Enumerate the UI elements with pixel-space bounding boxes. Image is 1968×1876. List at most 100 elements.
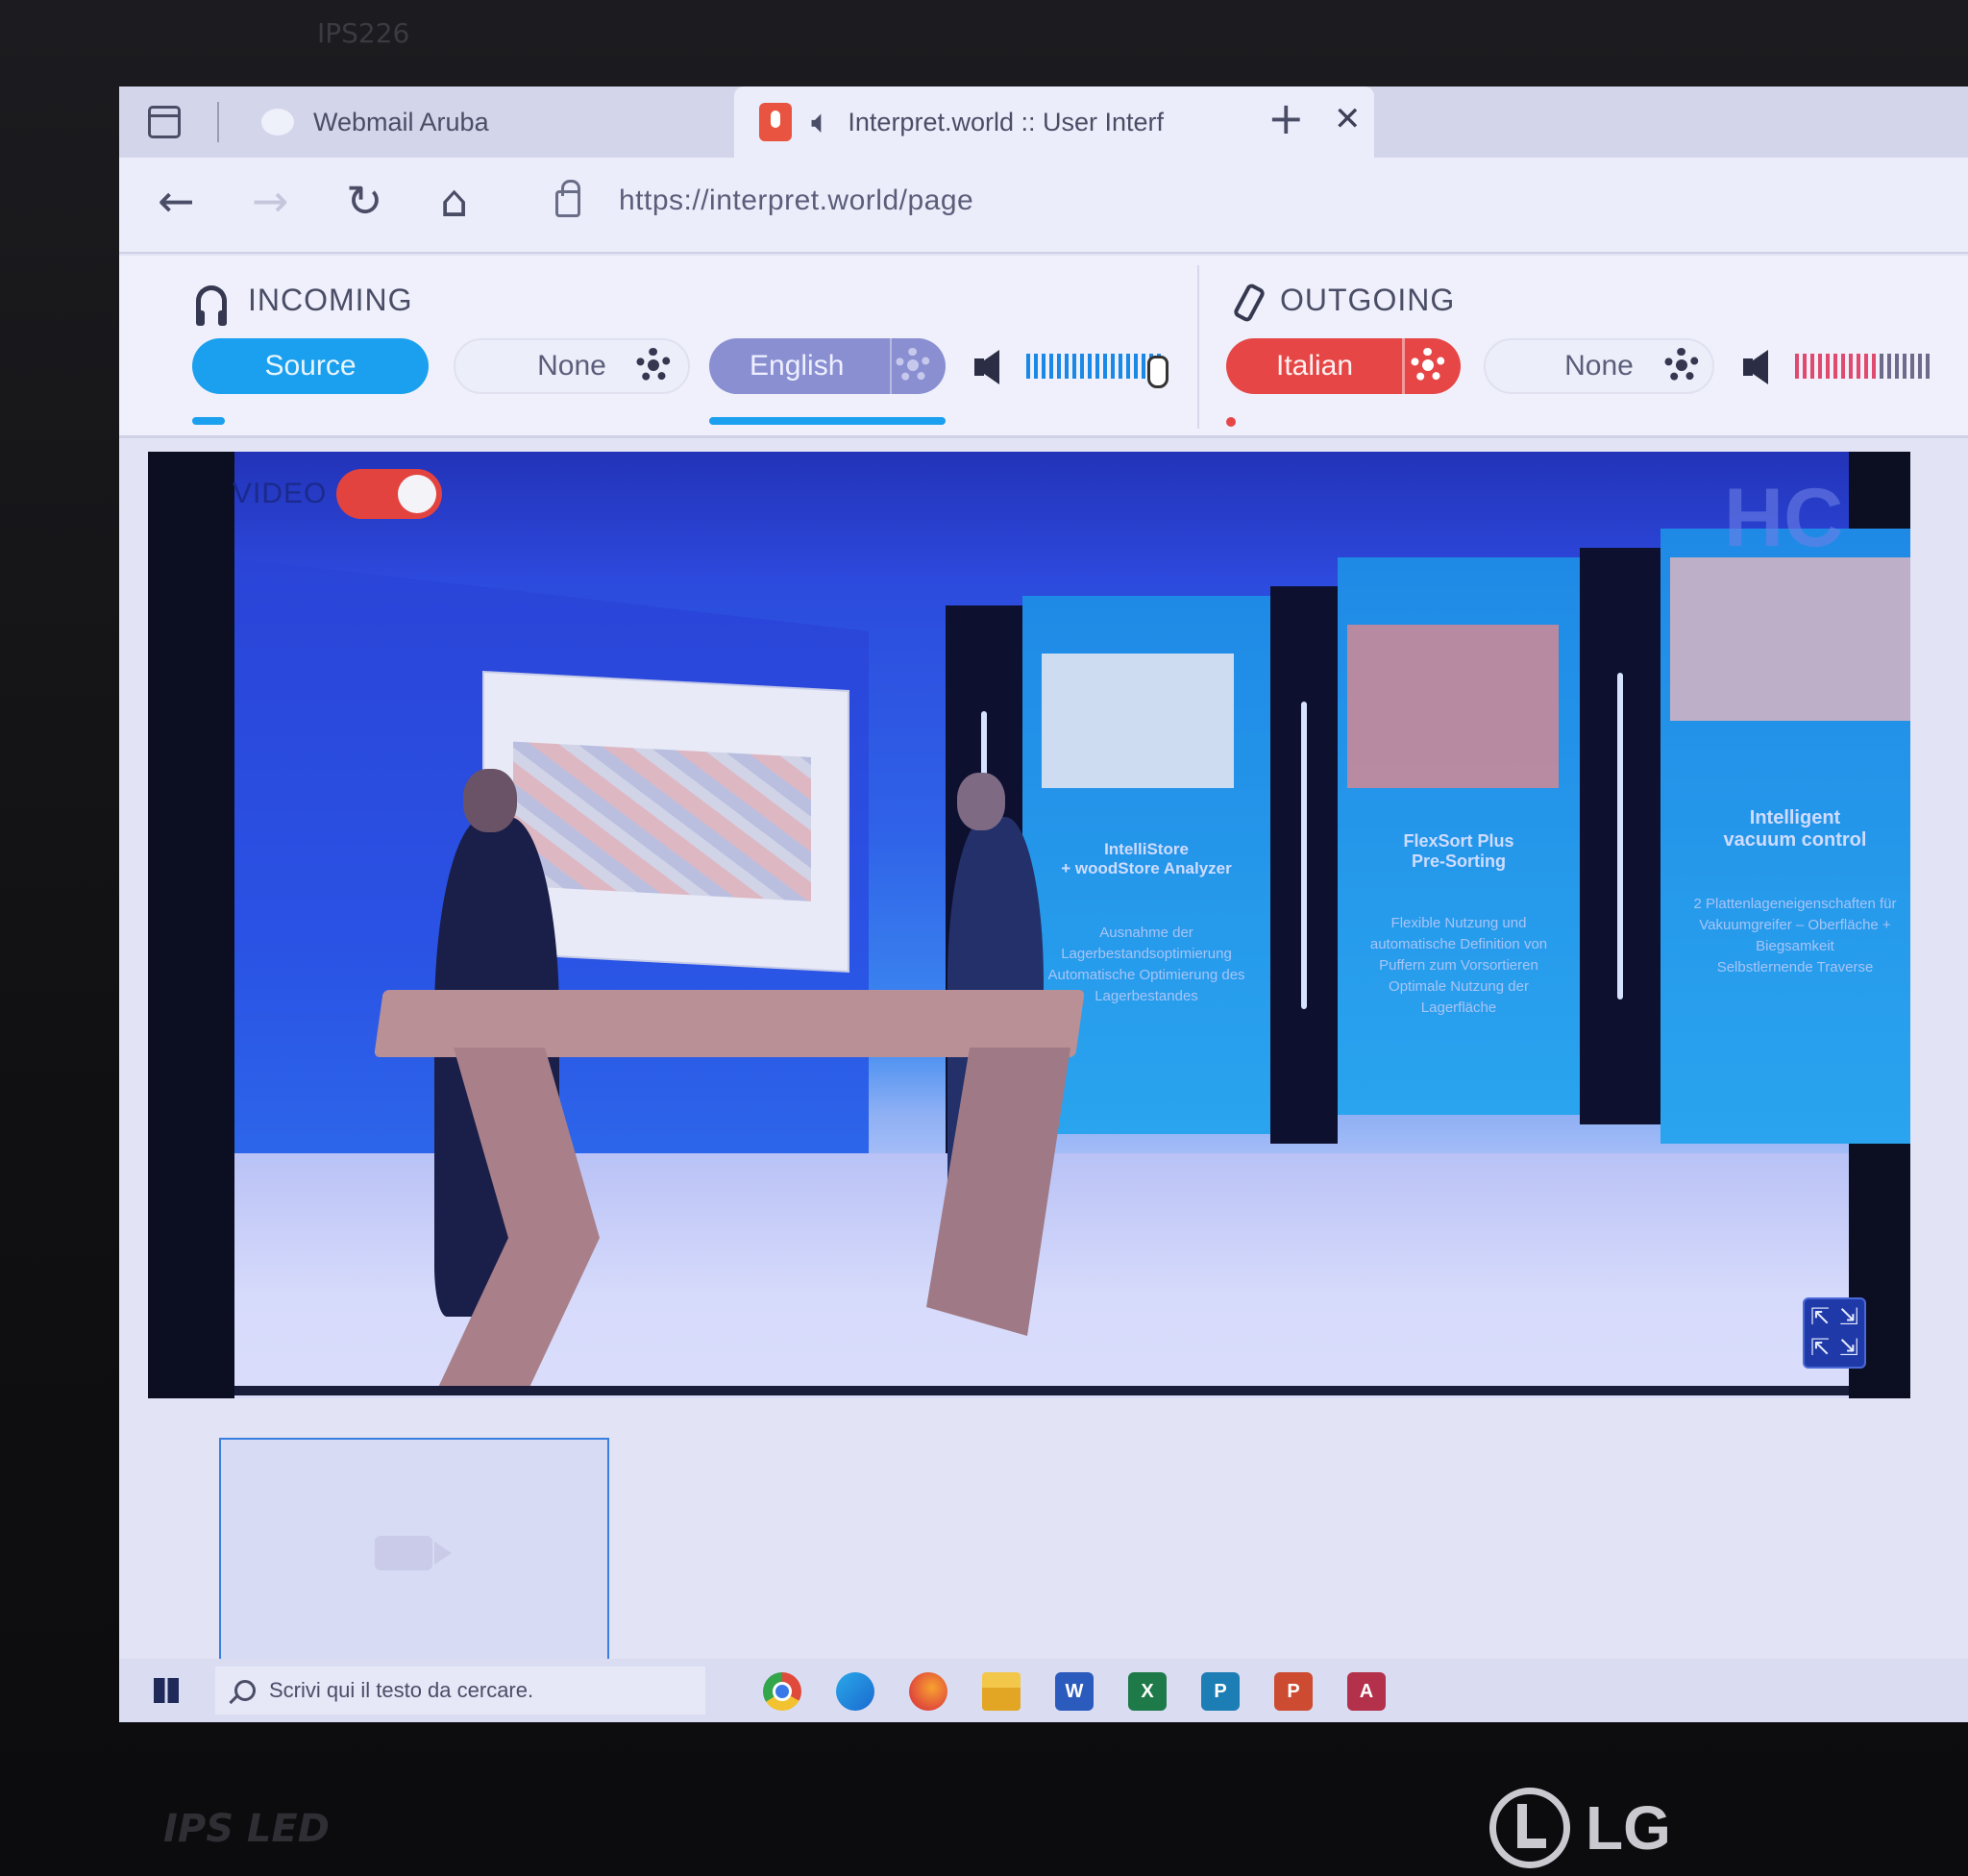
outgoing-volume-slider[interactable] (1795, 354, 1930, 379)
volume-bar (1795, 354, 1799, 379)
volume-bar (1926, 354, 1930, 379)
volume-bar (1803, 354, 1807, 379)
volume-bar (1111, 354, 1115, 379)
presenter-left-head (463, 769, 517, 832)
volume-bar (1918, 354, 1922, 379)
italian-label: Italian (1276, 350, 1354, 382)
volume-bar (1872, 354, 1876, 379)
incoming-title: INCOMING (248, 283, 413, 317)
tab-actions-icon[interactable] (148, 106, 181, 138)
desk (374, 990, 1085, 1057)
interpret-control-panel: INCOMING OUTGOING Source None English It… (119, 256, 1968, 438)
outgoing-title: OUTGOING (1280, 283, 1456, 317)
tab-title: Interpret.world :: User Interf (848, 107, 1165, 136)
toggle-knob (398, 475, 437, 513)
volume-bar (1142, 354, 1145, 379)
edge-icon[interactable] (836, 1672, 874, 1711)
volume-bar (1134, 354, 1138, 379)
file-explorer-icon[interactable] (982, 1672, 1021, 1711)
expand-arrow-icon: ⇲ (1838, 1303, 1858, 1330)
video-camera-icon (375, 1536, 452, 1570)
gear-icon[interactable] (636, 348, 671, 383)
pillar (1270, 586, 1338, 1144)
board-title: Intelligent vacuum control (1723, 807, 1867, 851)
expand-arrow-icon: ⇱ (1810, 1303, 1831, 1330)
volume-bar (1849, 354, 1853, 379)
speaker-icon[interactable] (1743, 350, 1768, 384)
video-progress-bar[interactable] (234, 1386, 1849, 1395)
forward-arrow-icon[interactable]: → (252, 175, 289, 227)
gear-icon[interactable] (1411, 348, 1445, 383)
speaker-audio-icon[interactable]: 🔈︎ (811, 104, 830, 141)
video-player[interactable]: IntelliStore + woodStore Analyzer Ausnah… (148, 452, 1910, 1398)
excel-icon[interactable]: X (1128, 1672, 1167, 1711)
board-image (1042, 654, 1234, 788)
chrome-icon[interactable] (763, 1672, 801, 1711)
incoming-volume-slider[interactable] (1026, 354, 1161, 379)
italian-active-indicator (1226, 417, 1236, 427)
speaker-icon[interactable] (974, 350, 999, 384)
source-button[interactable]: Source (192, 338, 429, 394)
volume-bar (1034, 354, 1038, 379)
gear-icon[interactable] (1664, 348, 1699, 383)
firefox-icon[interactable] (909, 1672, 947, 1711)
hand-cursor-icon (1147, 356, 1168, 388)
volume-bar (1833, 354, 1837, 379)
search-icon (234, 1680, 256, 1701)
lg-logo-icon (1489, 1788, 1570, 1868)
reload-icon[interactable]: ↻ (346, 175, 383, 227)
back-arrow-icon[interactable]: ← (158, 175, 195, 227)
microphone-favicon-icon (759, 103, 792, 141)
close-tab-icon[interactable]: ✕ (1334, 100, 1362, 138)
english-active-indicator (709, 417, 946, 425)
monitor-brand: LG (1489, 1788, 1671, 1868)
tab-title: Webmail Aruba (313, 107, 489, 136)
board-image (1347, 625, 1559, 788)
taskbar-search-box[interactable]: Scrivi qui il testo da cercare. (215, 1666, 705, 1715)
lg-brand-text: LG (1586, 1793, 1671, 1863)
video-toggle-switch[interactable] (336, 469, 443, 519)
tab-separator (217, 102, 219, 142)
expand-arrow-icon: ⇲ (1838, 1334, 1858, 1361)
word-icon[interactable]: W (1055, 1672, 1094, 1711)
screen: Webmail Aruba ✕ 🔈︎ Interpret.world :: Us… (119, 86, 1968, 1722)
search-placeholder: Scrivi qui il testo da cercare. (269, 1678, 534, 1702)
source-active-indicator (192, 417, 225, 425)
windows-start-icon[interactable] (154, 1678, 179, 1703)
volume-bar (1810, 354, 1814, 379)
home-icon[interactable]: ⌂ (440, 175, 468, 227)
headphones-icon (196, 284, 227, 326)
volume-bar (1841, 354, 1845, 379)
volume-bar (1818, 354, 1822, 379)
microphone-icon (1232, 284, 1259, 317)
info-board: Intelligent vacuum control 2 Plattenlage… (1660, 529, 1910, 1144)
info-board: FlexSort Plus Pre-Sorting Flexible Nutzu… (1338, 557, 1580, 1115)
windows-taskbar: Scrivi qui il testo da cercare. W X P P … (119, 1659, 1968, 1722)
outgoing-header: OUTGOING (1232, 283, 1455, 318)
video-toggle-label: VIDEO (233, 478, 328, 509)
gear-icon[interactable] (896, 348, 930, 383)
self-video-preview[interactable] (219, 1438, 609, 1665)
video-toggle-group: VIDEO (233, 469, 443, 519)
board-title: FlexSort Plus Pre-Sorting (1403, 831, 1514, 871)
volume-bar (1042, 354, 1046, 379)
lock-icon[interactable] (555, 180, 580, 217)
board-title: IntelliStore + woodStore Analyzer (1061, 840, 1232, 877)
fullscreen-button[interactable]: ⇱ ⇲ ⇱ ⇲ (1803, 1297, 1866, 1369)
volume-bar (1826, 354, 1830, 379)
volume-bar (1080, 354, 1084, 379)
powerpoint-icon[interactable]: P (1274, 1672, 1313, 1711)
volume-bar (1126, 354, 1130, 379)
board-body: Flexible Nutzung und automatische Defini… (1369, 915, 1548, 1016)
volume-bar (1026, 354, 1030, 379)
new-tab-button[interactable]: + (1267, 92, 1305, 144)
board-image (1670, 557, 1910, 721)
pillar-light (1617, 673, 1623, 1000)
url-field[interactable]: https://interpret.world/page (619, 185, 973, 217)
volume-bar (1095, 354, 1099, 379)
presenter-right-head (957, 773, 1005, 830)
english-label: English (750, 350, 845, 382)
access-icon[interactable]: A (1347, 1672, 1386, 1711)
publisher-icon[interactable]: P (1201, 1672, 1240, 1711)
slide-image (513, 741, 811, 901)
